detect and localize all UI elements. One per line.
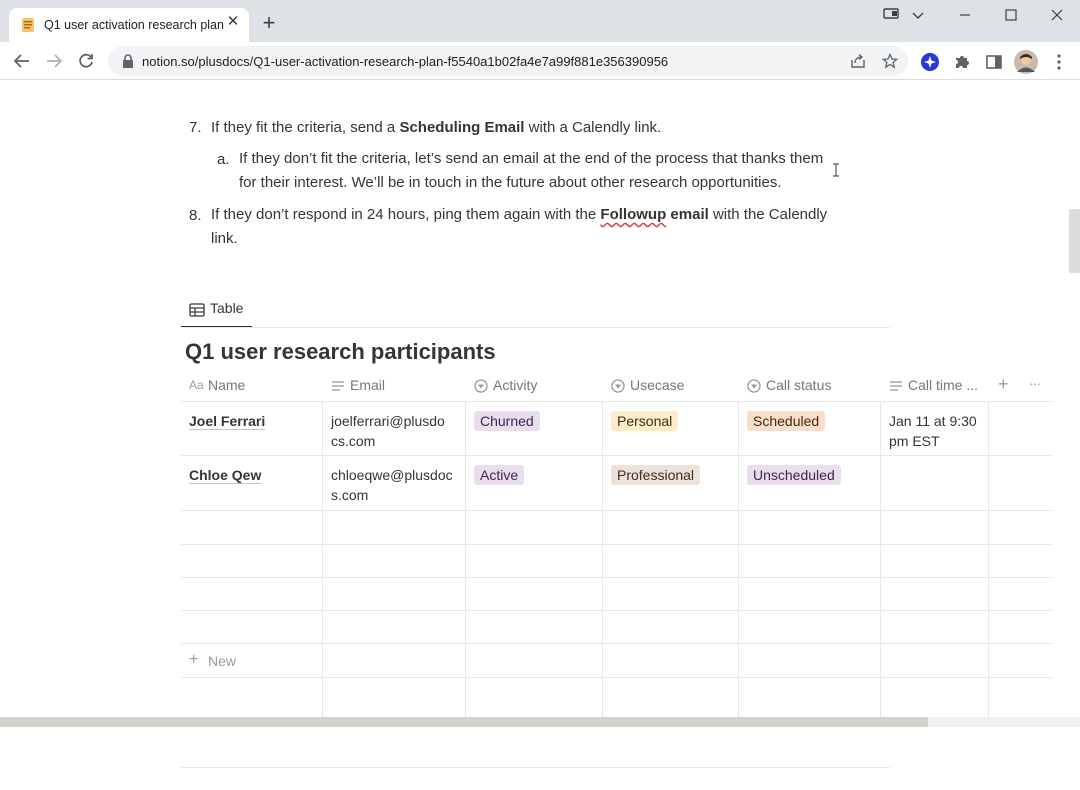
divider bbox=[181, 767, 890, 768]
maximize-icon[interactable] bbox=[999, 5, 1023, 25]
plus-icon: + bbox=[189, 651, 199, 668]
bold-text: email bbox=[666, 206, 709, 223]
row-email-line1[interactable]: chloeqwe@plusdoc bbox=[331, 465, 453, 485]
table-row[interactable]: Chloe Qew chloeqwe@plusdoc s.com Active … bbox=[181, 457, 1053, 511]
text-cursor-icon bbox=[833, 163, 839, 177]
row-call-time-line1[interactable]: Jan 11 at 9:30 bbox=[889, 411, 977, 431]
select-icon bbox=[474, 379, 488, 393]
list-number: 7. bbox=[189, 119, 202, 136]
close-window-icon[interactable] bbox=[1045, 5, 1069, 25]
row-email-line2[interactable]: cs.com bbox=[331, 431, 375, 451]
empty-table-row[interactable] bbox=[181, 611, 1053, 644]
column-label: Activity bbox=[493, 377, 538, 393]
column-label: Name bbox=[208, 377, 246, 393]
list-item-7a-line2[interactable]: for their interest. We’ll be in touch in… bbox=[239, 171, 782, 195]
list-item-text: If they don’t respond in 24 hours, ping … bbox=[211, 206, 601, 223]
usecase-tag[interactable]: Professional bbox=[611, 465, 701, 485]
activity-tag[interactable]: Active bbox=[474, 465, 525, 485]
chevron-down-icon[interactable] bbox=[906, 5, 930, 25]
tab-search-icon[interactable] bbox=[880, 6, 904, 26]
tab-table-view[interactable]: Table bbox=[181, 298, 252, 328]
tab-title: Q1 user activation research plan bbox=[44, 18, 224, 32]
column-label: Call time ... bbox=[908, 377, 979, 393]
column-label: Email bbox=[350, 377, 386, 393]
vertical-scrollbar-thumb[interactable] bbox=[1069, 209, 1080, 273]
text-property-icon: Aa bbox=[189, 378, 204, 392]
row-email-line2[interactable]: s.com bbox=[331, 485, 368, 505]
select-icon bbox=[747, 379, 761, 393]
row-name[interactable]: Chloe Qew bbox=[189, 465, 261, 485]
browser-tabstrip: Q1 user activation research plan ✕ + bbox=[0, 0, 1080, 42]
reload-icon[interactable] bbox=[76, 51, 96, 71]
puzzle-icon[interactable] bbox=[952, 52, 972, 72]
new-tab-button[interactable]: + bbox=[258, 12, 280, 35]
lock-icon[interactable] bbox=[122, 54, 134, 68]
call-status-tag[interactable]: Scheduled bbox=[747, 411, 826, 431]
new-row-button[interactable]: + New bbox=[181, 645, 1053, 678]
column-header-call-time[interactable]: Call time ... bbox=[881, 369, 988, 402]
select-icon bbox=[611, 379, 625, 393]
table-row[interactable]: Joel Ferrari joelferrari@plusdo cs.com C… bbox=[181, 402, 1053, 456]
list-item-8[interactable]: If they don’t respond in 24 hours, ping … bbox=[211, 203, 827, 227]
share-icon[interactable] bbox=[850, 53, 866, 69]
table-icon bbox=[189, 303, 205, 317]
row-call-time-line2[interactable]: pm EST bbox=[889, 431, 940, 451]
close-tab-icon[interactable]: ✕ bbox=[225, 14, 241, 30]
back-icon[interactable] bbox=[12, 51, 32, 71]
list-item-text: with the Calendly bbox=[708, 206, 828, 223]
row-name[interactable]: Joel Ferrari bbox=[189, 411, 265, 431]
text-lines-icon bbox=[332, 381, 344, 391]
empty-table-row[interactable] bbox=[181, 578, 1053, 611]
new-row-label: New bbox=[208, 653, 237, 669]
column-label: Call status bbox=[766, 377, 832, 393]
row-email-line1[interactable]: joelferrari@plusdo bbox=[331, 411, 445, 431]
bold-misspelled-text: Followup bbox=[600, 206, 667, 223]
list-item-text: with a Calendly link. bbox=[524, 119, 662, 136]
text-lines-icon bbox=[890, 381, 902, 391]
divider bbox=[181, 327, 890, 328]
empty-table-row[interactable] bbox=[181, 512, 1053, 545]
column-header-email[interactable]: Email bbox=[323, 369, 465, 402]
horizontal-scrollbar[interactable] bbox=[0, 717, 1080, 727]
add-column-button[interactable]: + bbox=[998, 374, 1009, 395]
more-options-button[interactable]: ··· bbox=[1029, 375, 1041, 391]
browser-tab[interactable]: Q1 user activation research plan ✕ bbox=[9, 8, 249, 42]
column-header-name[interactable]: Aa Name bbox=[181, 369, 322, 402]
column-header-activity[interactable]: Activity bbox=[466, 369, 602, 402]
list-number: 8. bbox=[189, 207, 202, 224]
bold-text: Scheduling Email bbox=[399, 119, 525, 136]
kebab-menu-icon[interactable] bbox=[1049, 52, 1069, 72]
notepad-icon bbox=[22, 18, 34, 32]
view-tab-label: Table bbox=[210, 300, 244, 316]
activity-tag[interactable]: Churned bbox=[474, 411, 540, 431]
empty-table-row[interactable] bbox=[181, 545, 1053, 578]
side-panel-icon[interactable] bbox=[984, 52, 1004, 72]
notion-page: 7. If they fit the criteria, send a Sche… bbox=[0, 81, 1080, 790]
forward-icon[interactable] bbox=[44, 51, 64, 71]
column-header-call-status[interactable]: Call status bbox=[739, 369, 880, 402]
call-status-tag[interactable]: Unscheduled bbox=[747, 465, 841, 485]
extension-icon[interactable] bbox=[920, 52, 940, 72]
table-header: Aa Name Email Activity Usecase Call stat… bbox=[181, 369, 1053, 402]
list-letter: a. bbox=[217, 151, 230, 168]
database-title[interactable]: Q1 user research participants bbox=[185, 339, 496, 365]
list-item-7[interactable]: If they fit the criteria, send a Schedul… bbox=[211, 116, 661, 140]
minimize-icon[interactable] bbox=[953, 5, 977, 25]
list-item-8-line2[interactable]: link. bbox=[211, 227, 238, 251]
list-item-text: If they fit the criteria, send a bbox=[211, 119, 400, 136]
avatar[interactable] bbox=[1014, 50, 1038, 74]
url-text: notion.so/plusdocs/Q1-user-activation-re… bbox=[142, 54, 669, 69]
address-bar[interactable]: notion.so/plusdocs/Q1-user-activation-re… bbox=[108, 46, 908, 76]
column-label: Usecase bbox=[630, 377, 685, 393]
scrollbar-thumb[interactable] bbox=[0, 717, 928, 727]
list-item-7a-line1[interactable]: If they don’t fit the criteria, let’s se… bbox=[239, 147, 823, 171]
browser-toolbar: notion.so/plusdocs/Q1-user-activation-re… bbox=[0, 42, 1080, 80]
usecase-tag[interactable]: Personal bbox=[611, 411, 679, 431]
column-header-usecase[interactable]: Usecase bbox=[603, 369, 738, 402]
bookmark-star-icon[interactable] bbox=[882, 53, 898, 69]
